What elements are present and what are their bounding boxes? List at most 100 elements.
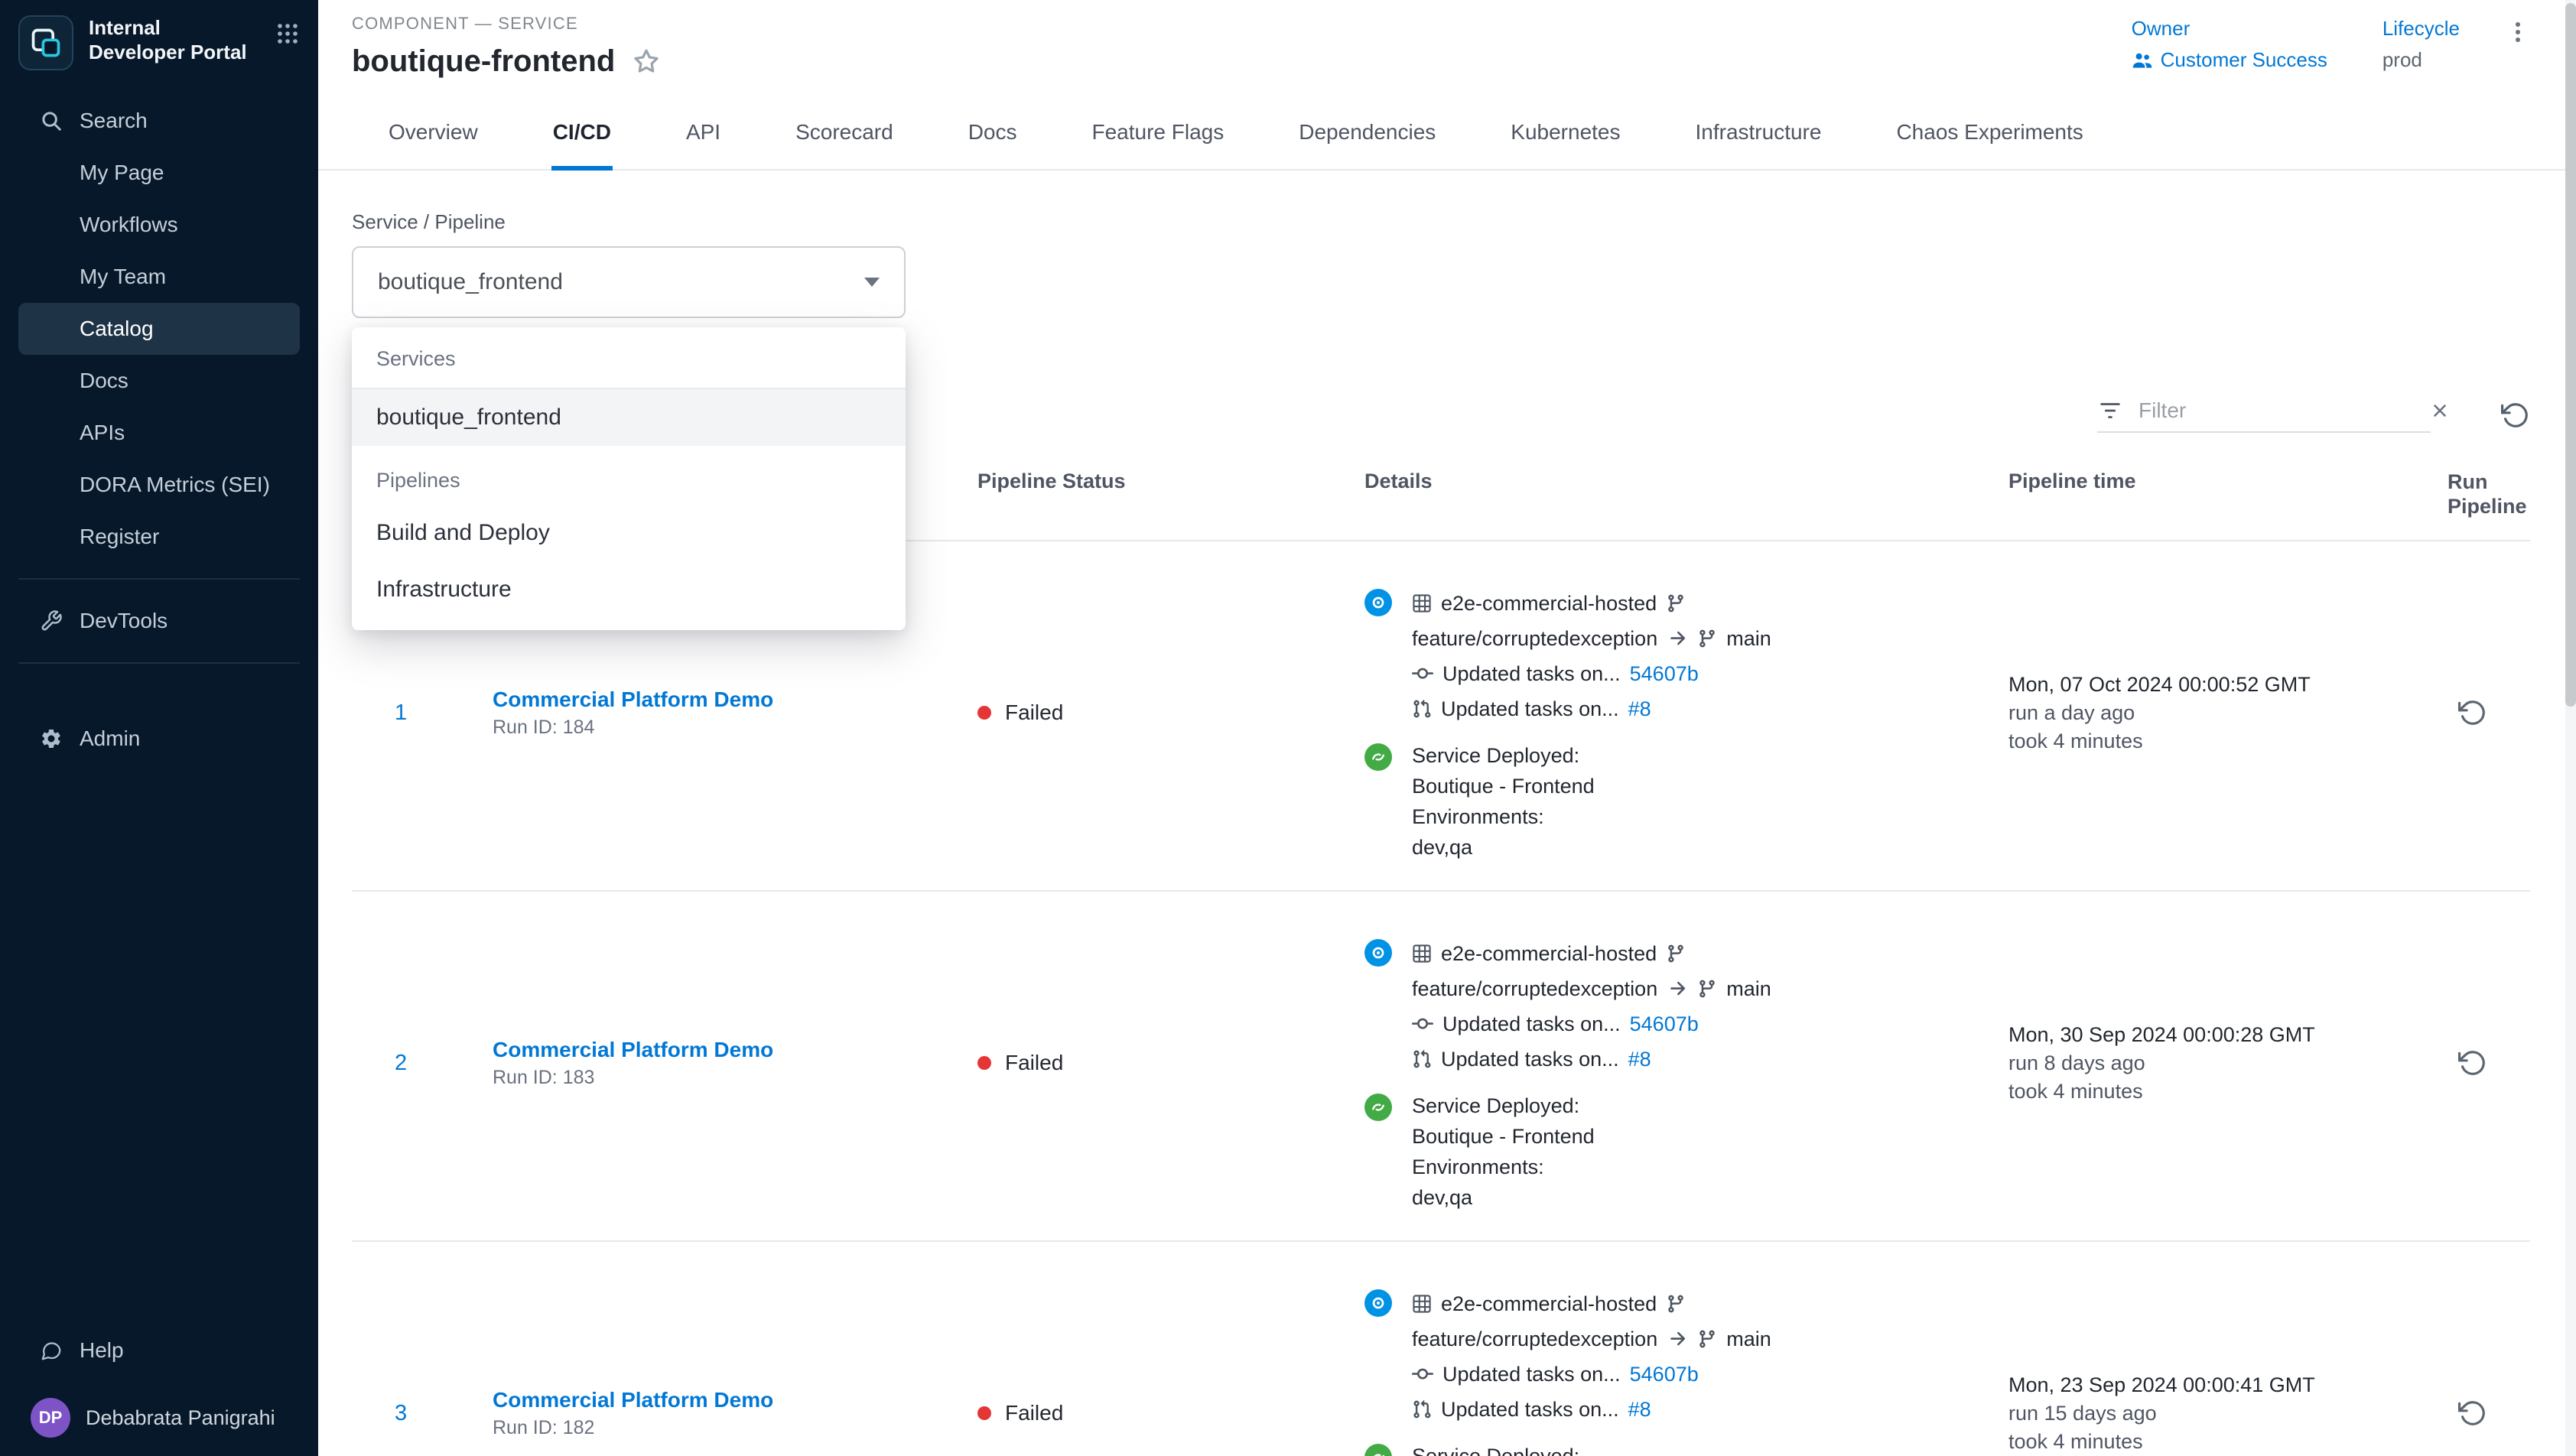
main-panel: COMPONENT — SERVICE boutique-frontend Ow… [318, 0, 2576, 1456]
pipeline-dropdown: Services boutique_frontend Pipelines Bui… [352, 327, 906, 630]
run-number-link[interactable]: 1 [395, 700, 407, 725]
execution-relative-time: run a day ago [2008, 701, 2448, 725]
tab[interactable]: Docs [967, 100, 1019, 171]
sidebar-item-devtools[interactable]: DevTools [18, 595, 300, 647]
run-id-text: Run ID: 184 [493, 717, 977, 739]
execution-relative-time: run 8 days ago [2008, 1051, 2448, 1075]
details-cell: e2e-commercial-hosted feature/corruptede… [1364, 913, 2008, 1213]
sidebar-item-admin[interactable]: Admin [18, 713, 300, 765]
deploy-details-block: Service Deployed: Boutique - Frontend En… [1364, 740, 2008, 863]
run-pipeline-cell [2448, 1399, 2530, 1428]
commit-line: Updated tasks on... 54607b [1412, 1006, 1771, 1042]
execution-timestamp: Mon, 07 Oct 2024 00:00:52 GMT [2008, 673, 2448, 697]
filter-input[interactable] [2139, 398, 2415, 423]
sidebar-item[interactable]: Workflows [18, 199, 300, 251]
entity-header: COMPONENT — SERVICE boutique-frontend Ow… [318, 0, 2576, 79]
owner-link[interactable]: Customer Success [2132, 48, 2327, 72]
repo-name: e2e-commercial-hosted [1441, 1286, 1657, 1321]
tab[interactable]: Infrastructure [1694, 100, 1823, 171]
rerun-pipeline-icon[interactable] [2458, 698, 2487, 727]
user-menu[interactable]: DP Debabrata Panigrahi [18, 1398, 300, 1438]
git-commit-icon [1412, 1363, 1433, 1385]
sidebar-item-label: APIs [80, 421, 125, 445]
repo-icon [1412, 593, 1432, 613]
tab[interactable]: Overview [387, 100, 480, 171]
environments-value: dev,qa [1412, 1182, 1595, 1213]
sidebar-item[interactable]: My Team [18, 251, 300, 303]
tab[interactable]: Dependencies [1297, 100, 1437, 171]
dropdown-item[interactable]: boutique_frontend [352, 389, 906, 446]
rerun-pipeline-icon[interactable] [2458, 1048, 2487, 1077]
sidebar: Internal Developer Portal Search [0, 0, 318, 1456]
sidebar-divider [18, 578, 300, 580]
portal-logo [18, 15, 73, 70]
pipeline-name-link[interactable]: Commercial Platform Demo [493, 1388, 977, 1412]
pipeline-name-link[interactable]: Commercial Platform Demo [493, 687, 977, 712]
arrow-right-icon [1667, 628, 1688, 649]
sidebar-item-search[interactable]: Search [18, 95, 300, 147]
pr-line: Updated tasks on... #8 [1412, 1392, 1771, 1427]
kebab-menu-icon[interactable] [2506, 17, 2530, 50]
dropdown-item[interactable]: Infrastructure [352, 561, 906, 618]
star-icon[interactable] [633, 49, 659, 75]
sidebar-item[interactable]: Register [18, 511, 300, 563]
pipeline-select[interactable]: boutique_frontend [352, 246, 906, 318]
rerun-pipeline-icon[interactable] [2458, 1399, 2487, 1428]
owner-label: Owner [2132, 17, 2327, 41]
sidebar-footer: Help DP Debabrata Panigrahi [0, 1324, 318, 1438]
service-deployed-icon [1364, 1444, 1392, 1456]
pr-number-link[interactable]: #8 [1628, 1392, 1651, 1427]
tab[interactable]: CI/CD [551, 100, 613, 171]
sidebar-item-label: Register [80, 525, 159, 549]
details-cell: e2e-commercial-hosted feature/corruptede… [1364, 1263, 2008, 1456]
pipeline-time-cell: Mon, 30 Sep 2024 00:00:28 GMT run 8 days… [2008, 1023, 2448, 1103]
pr-number-link[interactable]: #8 [1628, 691, 1651, 726]
commit-sha-link[interactable]: 54607b [1630, 656, 1699, 691]
sidebar-nav: Search My Page Workflows My Team Catalog [0, 95, 318, 765]
sidebar-item[interactable]: Catalog [18, 303, 300, 355]
run-pipeline-cell [2448, 1048, 2530, 1077]
tab[interactable]: API [685, 100, 722, 171]
pr-line: Updated tasks on... #8 [1412, 691, 1771, 726]
filter-field [2097, 398, 2431, 433]
deployed-label: Service Deployed: [1412, 1441, 1595, 1456]
deploy-details-block: Service Deployed: Boutique - Frontend En… [1364, 1090, 2008, 1213]
pr-message: Updated tasks on... [1441, 1392, 1619, 1427]
sidebar-item[interactable]: Docs [18, 355, 300, 407]
clear-filter-icon[interactable] [2430, 401, 2450, 421]
tab[interactable]: Kubernetes [1509, 100, 1621, 171]
git-branch-icon [1666, 1294, 1686, 1314]
run-id-text: Run ID: 183 [493, 1067, 977, 1089]
commit-sha-link[interactable]: 54607b [1630, 1357, 1699, 1392]
failed-status-dot [977, 1406, 991, 1420]
sidebar-item-help[interactable]: Help [18, 1324, 300, 1376]
commit-sha-link[interactable]: 54607b [1630, 1006, 1699, 1042]
tab[interactable]: Chaos Experiments [1895, 100, 2084, 171]
trigger-icon [1364, 939, 1392, 967]
failed-status-dot [977, 706, 991, 720]
commit-message: Updated tasks on... [1442, 656, 1621, 691]
run-number-link[interactable]: 2 [395, 1051, 407, 1075]
app-root: Internal Developer Portal Search [0, 0, 2576, 1456]
run-number-cell: 3 [352, 1401, 493, 1426]
dropdown-group-services: Services [352, 327, 906, 389]
refresh-icon[interactable] [2501, 401, 2530, 430]
tab[interactable]: Feature Flags [1091, 100, 1226, 171]
pull-request-icon [1412, 1049, 1432, 1069]
pr-number-link[interactable]: #8 [1628, 1042, 1651, 1077]
pull-request-icon [1412, 699, 1432, 719]
scrollbar-thumb[interactable] [2565, 3, 2576, 707]
apps-grid-icon[interactable] [275, 21, 300, 52]
status-text: Failed [1005, 1401, 1063, 1425]
sidebar-item[interactable]: APIs [18, 407, 300, 459]
dropdown-item[interactable]: Build and Deploy [352, 505, 906, 561]
tab[interactable]: Scorecard [794, 100, 895, 171]
run-number-link[interactable]: 3 [395, 1401, 407, 1425]
git-commit-icon [1412, 663, 1433, 684]
sidebar-item[interactable]: DORA Metrics (SEI) [18, 459, 300, 511]
pipeline-name-link[interactable]: Commercial Platform Demo [493, 1038, 977, 1062]
pipeline-cell: Commercial Platform Demo Run ID: 184 [493, 687, 977, 739]
execution-timestamp: Mon, 30 Sep 2024 00:00:28 GMT [2008, 1023, 2448, 1047]
filter-funnel-icon[interactable] [2097, 398, 2123, 424]
sidebar-item[interactable]: My Page [18, 147, 300, 199]
